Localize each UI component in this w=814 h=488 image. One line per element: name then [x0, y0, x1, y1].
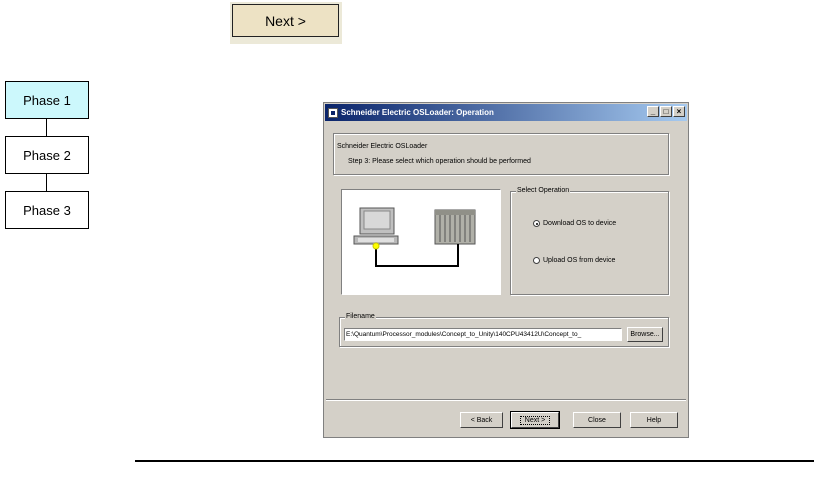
dialog-title: Schneider Electric OSLoader: Operation: [341, 108, 494, 117]
browse-button[interactable]: Browse...: [627, 327, 663, 342]
phase-2: Phase 2: [5, 136, 89, 174]
radio-download-os[interactable]: Download OS to device: [533, 220, 616, 227]
connector-dot: [372, 242, 380, 250]
next-button-top[interactable]: Next >: [230, 2, 342, 44]
filename-input[interactable]: E:\Quantum\Processor_modules\Concept_to_…: [344, 328, 622, 341]
radio-unselected-icon[interactable]: [533, 257, 540, 264]
cable-line: [375, 244, 459, 267]
next-button-label[interactable]: Next >: [232, 4, 339, 37]
maximize-icon[interactable]: □: [660, 106, 672, 117]
phase-3: Phase 3: [5, 191, 89, 229]
osloader-dialog: Schneider Electric OSLoader: Operation _…: [323, 102, 689, 438]
step-text: Step 3: Please select which operation sh…: [348, 158, 531, 165]
pc-to-plc-diagram: [353, 207, 476, 267]
separator: [326, 399, 686, 401]
next-button-label[interactable]: Next >: [519, 415, 551, 425]
next-button[interactable]: Next >: [510, 411, 560, 429]
minimize-icon[interactable]: _: [647, 106, 659, 117]
app-icon: [328, 107, 338, 118]
step-header: Schneider Electric OSLoader Step 3: Plea…: [333, 133, 669, 175]
select-operation-legend: Select Operation: [516, 187, 571, 194]
phase-connector: [46, 174, 47, 191]
dialog-titlebar[interactable]: Schneider Electric OSLoader: Operation _…: [325, 104, 687, 121]
connection-illustration: [341, 189, 501, 295]
close-button[interactable]: Close: [573, 412, 621, 428]
filename-legend: Filename: [345, 313, 376, 320]
help-button[interactable]: Help: [630, 412, 678, 428]
radio-download-label: Download OS to device: [543, 220, 617, 227]
phase-connector: [46, 119, 47, 136]
bottom-rule: [135, 460, 814, 462]
radio-upload-os[interactable]: Upload OS from device: [533, 257, 615, 264]
filename-group: Filename E:\Quantum\Processor_modules\Co…: [339, 313, 669, 347]
plc-rack-icon: [434, 209, 476, 245]
radio-upload-label: Upload OS from device: [543, 257, 616, 264]
select-operation-group: Select Operation Download OS to device U…: [510, 187, 669, 295]
radio-selected-icon[interactable]: [533, 220, 540, 227]
phase-1: Phase 1: [5, 81, 89, 119]
computer-icon: [353, 207, 399, 245]
app-name-label: Schneider Electric OSLoader: [337, 143, 428, 150]
close-icon[interactable]: ×: [673, 106, 685, 117]
back-button[interactable]: < Back: [460, 412, 503, 428]
